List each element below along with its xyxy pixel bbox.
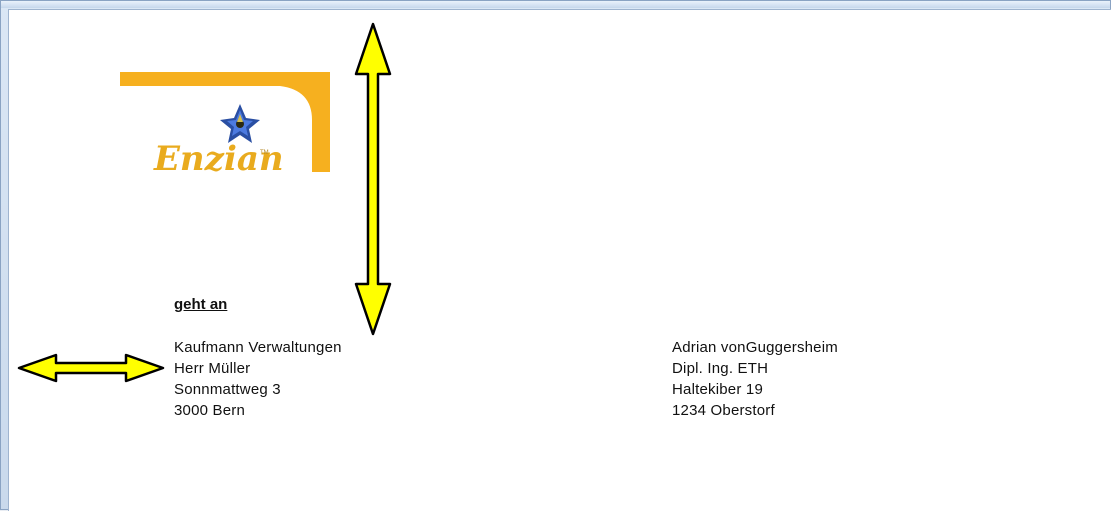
sender-line: Haltekiber 19 <box>672 381 763 398</box>
vertical-double-arrow-icon <box>354 22 392 336</box>
recipient-line: Herr Müller <box>174 360 251 377</box>
sender-line: Adrian vonGuggersheim <box>672 339 838 356</box>
horizontal-double-arrow-icon <box>17 353 165 383</box>
recipient-address: Kaufmann Verwaltungen Herr Müller Sonnma… <box>174 337 342 421</box>
logo-wordmark: Enzian <box>153 139 284 179</box>
sender-line: 1234 Oberstorf <box>672 402 775 419</box>
gentian-flower-icon <box>220 104 260 143</box>
enzian-logo: Enzian TM <box>120 72 330 179</box>
recipient-line: Kaufmann Verwaltungen <box>174 339 342 356</box>
sender-line: Dipl. Ing. ETH <box>672 360 769 377</box>
recipient-heading: geht an <box>174 296 228 313</box>
recipient-line: 3000 Bern <box>174 402 246 419</box>
sender-address: Adrian vonGuggersheim Dipl. Ing. ETH Hal… <box>672 337 838 421</box>
trademark-mark: TM <box>260 150 269 156</box>
recipient-line: Sonnmattweg 3 <box>174 381 281 398</box>
